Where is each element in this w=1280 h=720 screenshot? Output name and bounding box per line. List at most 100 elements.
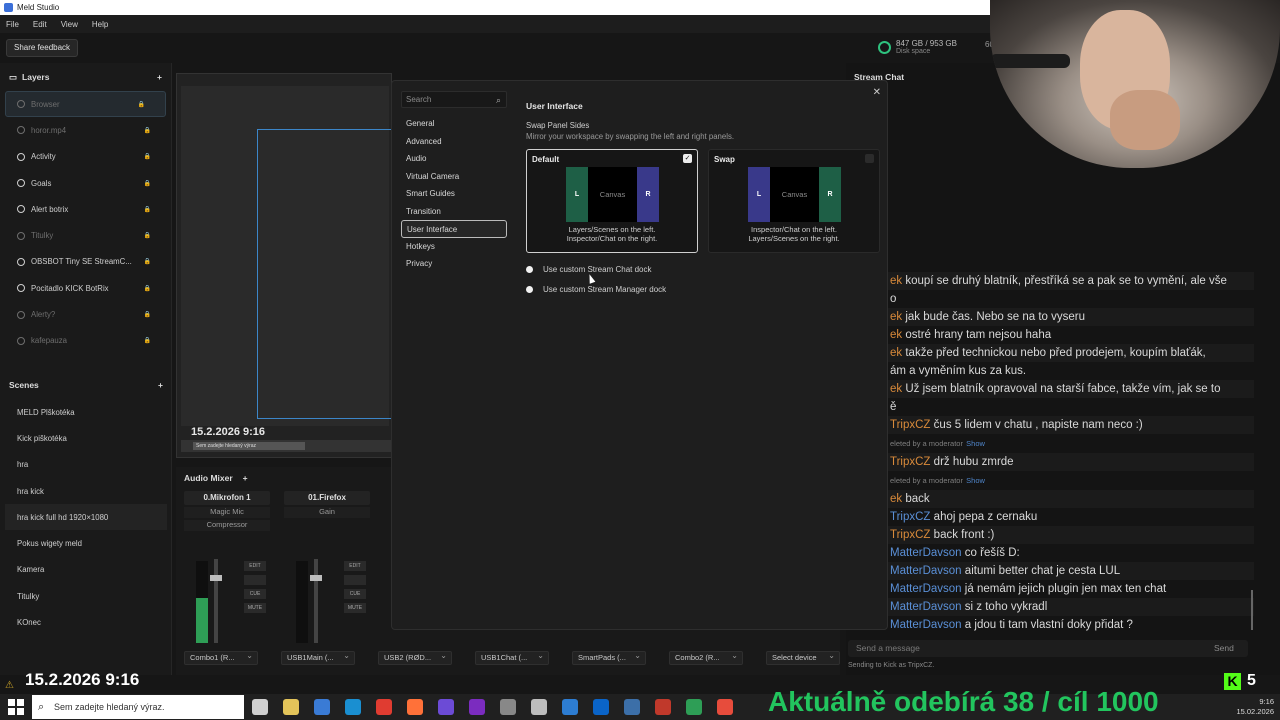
windows-start-icon[interactable] bbox=[8, 699, 24, 715]
taskbar-app-icon[interactable] bbox=[500, 699, 516, 715]
lock-icon[interactable]: 🔒 bbox=[144, 311, 157, 318]
checkbox-icon[interactable]: ✓ bbox=[865, 154, 874, 163]
link-icon[interactable] bbox=[344, 575, 366, 585]
scene-item[interactable]: Kick piškotéka bbox=[0, 425, 172, 451]
chat-username[interactable]: MatterDavson bbox=[890, 547, 962, 559]
menu-view[interactable]: View bbox=[61, 20, 78, 29]
edit-button[interactable]: EDIT bbox=[244, 561, 266, 571]
output-device-select[interactable]: USB1Chat (... bbox=[475, 650, 549, 665]
chat-username[interactable]: MatterDavson bbox=[890, 601, 962, 613]
layout-option-card[interactable]: Swap ✓ LCanvasR Inspector/Chat on the left.… bbox=[708, 149, 880, 253]
layer-item[interactable]: kafepauza 🔒 bbox=[0, 328, 171, 354]
layer-item[interactable]: Browser 🔒 bbox=[5, 91, 166, 118]
chat-username[interactable]: ek bbox=[890, 347, 902, 359]
add-scene-icon[interactable]: + bbox=[158, 380, 163, 390]
chat-username[interactable]: TripxCZ bbox=[890, 529, 930, 541]
channel-name[interactable]: 01.Firefox bbox=[284, 491, 370, 505]
channel-effect[interactable]: Magic Mic bbox=[184, 507, 270, 518]
settings-nav-item[interactable]: Privacy bbox=[401, 255, 507, 273]
output-device-select[interactable]: USB1Main (... bbox=[281, 650, 355, 665]
channel-effect[interactable]: Compressor bbox=[184, 520, 270, 531]
scene-item[interactable]: Pokus wigety meld bbox=[0, 530, 172, 556]
taskbar-app-icon[interactable] bbox=[283, 699, 299, 715]
taskbar-search-input[interactable]: ⌕ Sem zadejte hledaný výraz. bbox=[32, 695, 244, 719]
mute-button[interactable]: MUTE bbox=[344, 603, 366, 613]
toggle-dot-icon[interactable] bbox=[526, 266, 533, 274]
chat-username[interactable]: ek bbox=[890, 383, 902, 395]
taskbar-app-icon[interactable] bbox=[655, 699, 671, 715]
taskbar-app-icon[interactable] bbox=[624, 699, 640, 715]
lock-icon[interactable]: 🔒 bbox=[144, 153, 157, 160]
output-device-select[interactable]: Combo2 (R... bbox=[669, 650, 743, 665]
menu-edit[interactable]: Edit bbox=[33, 20, 47, 29]
taskbar-app-icon[interactable] bbox=[531, 699, 547, 715]
volume-fader[interactable] bbox=[310, 559, 322, 643]
add-audio-icon[interactable]: + bbox=[243, 473, 248, 483]
chat-username[interactable]: ek bbox=[890, 329, 902, 341]
settings-nav-item[interactable]: Audio bbox=[401, 150, 507, 168]
layer-item[interactable]: Titulky 🔒 bbox=[0, 222, 171, 248]
taskbar-app-icon[interactable] bbox=[314, 699, 330, 715]
lock-icon[interactable]: 🔒 bbox=[144, 206, 157, 213]
link-icon[interactable] bbox=[244, 575, 266, 585]
lock-icon[interactable]: 🔒 bbox=[144, 337, 157, 344]
output-device-select[interactable]: Combo1 (R... bbox=[184, 650, 258, 665]
taskbar-app-icon[interactable] bbox=[252, 699, 268, 715]
layer-item[interactable]: Alerty? 🔒 bbox=[0, 301, 171, 327]
scene-item[interactable]: hra bbox=[0, 452, 172, 478]
taskbar-app-icon[interactable] bbox=[376, 699, 392, 715]
lock-icon[interactable]: 🔒 bbox=[144, 232, 157, 239]
scene-item[interactable]: MELD Plškotéka bbox=[0, 399, 172, 425]
settings-nav-item[interactable]: General bbox=[401, 115, 507, 133]
edit-button[interactable]: EDIT bbox=[344, 561, 366, 571]
chat-username[interactable]: TripxCZ bbox=[890, 419, 930, 431]
settings-nav-item[interactable]: Transition bbox=[401, 203, 507, 221]
dock-option[interactable]: Use custom Stream Chat dock bbox=[526, 260, 886, 280]
share-feedback-button[interactable]: Share feedback bbox=[6, 39, 79, 57]
taskbar-app-icon[interactable] bbox=[438, 699, 454, 715]
menu-file[interactable]: File bbox=[6, 20, 19, 29]
settings-nav-item[interactable]: Smart Guides bbox=[401, 185, 507, 203]
cue-button[interactable]: CUE bbox=[344, 589, 366, 599]
add-layer-icon[interactable]: + bbox=[157, 72, 162, 82]
chat-username[interactable]: MatterDavson bbox=[890, 565, 962, 577]
lock-icon[interactable]: 🔒 bbox=[144, 258, 157, 265]
output-device-select[interactable]: USB2 (RØD... bbox=[378, 650, 452, 665]
layout-option-card[interactable]: Default ✓ L Canvas R Layers/Scenes on the lef… bbox=[526, 149, 698, 253]
chat-username[interactable]: MatterDavson bbox=[890, 619, 962, 631]
taskbar-app-icon[interactable] bbox=[717, 699, 733, 715]
layer-item[interactable]: Goals 🔒 bbox=[0, 170, 171, 196]
cue-button[interactable]: CUE bbox=[244, 589, 266, 599]
taskbar-app-icon[interactable] bbox=[562, 699, 578, 715]
taskbar-app-icon[interactable] bbox=[345, 699, 361, 715]
settings-nav-item[interactable]: Advanced bbox=[401, 133, 507, 151]
chat-username[interactable]: ek bbox=[890, 311, 902, 323]
show-message-link[interactable]: Show bbox=[966, 476, 985, 485]
chat-username[interactable]: ek bbox=[890, 275, 902, 287]
channel-name[interactable]: 0.Mikrofon 1 bbox=[184, 491, 270, 505]
canvas-preview[interactable]: 15.2.2026 9:16 Sem zadejte hledaný výraz bbox=[176, 73, 393, 458]
settings-search-input[interactable]: Search ⌕ bbox=[401, 91, 507, 108]
scene-item[interactable]: Kamera bbox=[0, 557, 172, 583]
taskbar-app-icon[interactable] bbox=[686, 699, 702, 715]
channel-effect[interactable]: Gain bbox=[284, 507, 370, 518]
canvas-selection-outline[interactable] bbox=[257, 129, 393, 419]
send-button[interactable]: Send bbox=[1214, 640, 1234, 657]
scene-item[interactable]: KOnec bbox=[0, 609, 172, 635]
lock-icon[interactable]: 🔒 bbox=[138, 101, 151, 108]
taskbar-app-icon[interactable] bbox=[407, 699, 423, 715]
output-device-select[interactable]: Select device bbox=[766, 650, 840, 665]
taskbar-app-icon[interactable] bbox=[469, 699, 485, 715]
settings-nav-item[interactable]: Virtual Camera bbox=[401, 168, 507, 186]
taskbar-clock[interactable]: 9:16 15.02.2026 bbox=[1236, 697, 1274, 717]
chat-username[interactable]: MatterDavson bbox=[890, 583, 962, 595]
chat-username[interactable]: TripxCZ bbox=[890, 511, 930, 523]
layer-item[interactable]: horor.mp4 🔒 bbox=[0, 117, 171, 143]
output-device-select[interactable]: SmartPads (... bbox=[572, 650, 646, 665]
scene-item[interactable]: Titulky bbox=[0, 583, 172, 609]
chat-scrollbar[interactable] bbox=[1251, 590, 1253, 630]
settings-nav-item[interactable]: User Interface bbox=[401, 220, 507, 238]
settings-nav-item[interactable]: Hotkeys bbox=[401, 238, 507, 256]
volume-fader[interactable] bbox=[210, 559, 222, 643]
mute-button[interactable]: MUTE bbox=[244, 603, 266, 613]
